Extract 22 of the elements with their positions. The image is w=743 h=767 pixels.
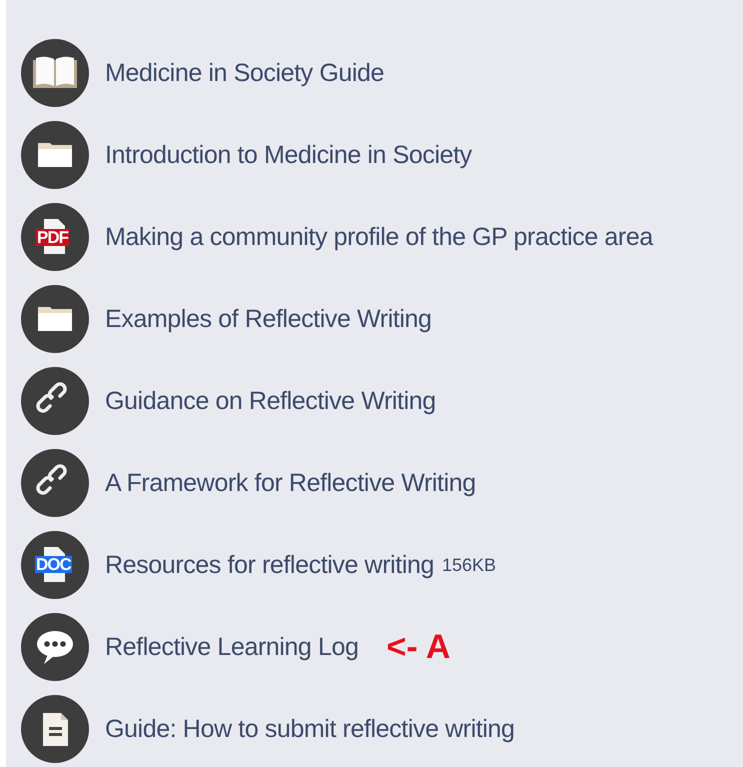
link-icon <box>36 464 67 495</box>
file-type-label: DOC <box>35 556 72 573</box>
resource-link[interactable]: Resources for reflective writing <box>105 550 434 580</box>
book-icon <box>33 56 77 88</box>
file-type-label: PDF <box>36 229 69 246</box>
link-icon <box>36 382 67 413</box>
resource-link[interactable]: Reflective Learning Log <box>105 632 358 662</box>
folder-icon <box>38 143 72 167</box>
file-size: 156KB <box>442 554 496 576</box>
resource-link[interactable]: A Framework for Reflective Writing <box>105 468 476 498</box>
resource-link[interactable]: Medicine in Society Guide <box>105 58 384 88</box>
resource-link[interactable]: Making a community profile of the GP practice area <box>105 222 653 252</box>
folder-icon <box>38 307 72 331</box>
resource-link[interactable]: Examples of Reflective Writing <box>105 304 432 334</box>
icon-circle <box>21 367 89 435</box>
icon-circle <box>21 449 89 517</box>
resource-link[interactable]: Guidance on Reflective Writing <box>105 386 436 416</box>
resource-link[interactable]: Introduction to Medicine in Society <box>105 140 472 170</box>
document-icon <box>43 713 68 746</box>
annotation-arrow: <- A <box>386 628 450 666</box>
resource-link[interactable]: Guide: How to submit reflective writing <box>105 714 515 744</box>
speech-bubble-icon <box>37 631 73 664</box>
